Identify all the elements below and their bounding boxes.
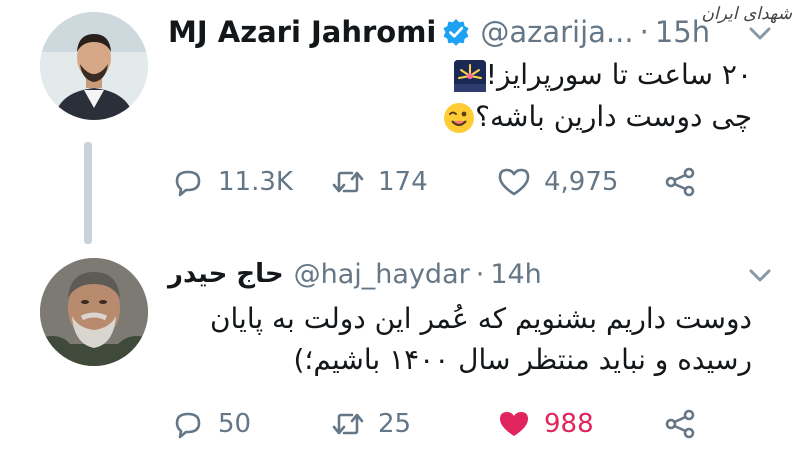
like-button[interactable]: 988 [496,404,594,444]
reply-button[interactable]: 11.3K [170,162,293,202]
share-button[interactable] [662,404,698,444]
verified-badge-icon [442,18,470,46]
heart-icon [500,412,528,436]
retweet-count: 174 [378,167,428,197]
reply-icon [175,412,201,439]
like-button[interactable]: 4,975 [496,162,618,202]
tweet-header: حاج حیدر @haj_haydar · 14h [168,256,542,292]
reply-icon [175,170,201,197]
avatar[interactable] [40,12,148,120]
tweet-line: دوست داریم بشنویم که عُمر این دولت به پا… [209,302,752,335]
reply-count: 11.3K [218,167,293,197]
retweet-icon [332,171,364,193]
tweet[interactable]: حاج حیدر @haj_haydar · 14h دوست داریم بش… [0,240,800,463]
chevron-down-icon[interactable] [746,24,774,44]
tweet[interactable]: MJ Azari Jahromi @azarija... · 15h ۲۰ سا… [0,0,800,244]
separator-dot: · [639,15,649,49]
tweet-line: چی دوست دارین باشه؟ [192,96,752,138]
like-count: 4,975 [544,167,619,197]
thread-line [84,142,92,244]
retweet-count: 25 [378,409,412,439]
chevron-down-icon[interactable] [746,266,774,286]
share-icon [665,167,695,197]
reply-button[interactable]: 50 [170,404,251,444]
retweet-icon [332,413,364,435]
retweet-button[interactable]: 25 [330,404,411,444]
fireworks-emoji [453,60,486,92]
like-count: 988 [544,409,594,439]
handle[interactable]: @haj_haydar [294,259,470,290]
retweet-button[interactable]: 174 [330,162,428,202]
display-name[interactable]: حاج حیدر [168,259,284,289]
tweet-text: ۲۰ ساعت تا سورپرایز! چی دوست دارین باشه؟ [192,54,752,138]
share-icon [665,409,695,439]
heart-icon [498,168,530,196]
tweet-text: دوست داریم بشنویم که عُمر این دولت به پا… [192,298,752,381]
tweet-header: MJ Azari Jahromi @azarija... · 15h [168,12,710,52]
tweet-line: رسیده و نباید منتظر سال ۱۴۰۰ باشیم؛) [293,343,753,377]
display-name[interactable]: MJ Azari Jahromi [168,15,436,49]
winking-face-emoji [443,102,475,134]
timestamp[interactable]: 14h [490,259,541,290]
handle[interactable]: @azarija... [480,15,633,49]
tweet-line: ۲۰ ساعت تا سورپرایز! [192,54,752,96]
reply-count: 50 [218,409,252,439]
share-button[interactable] [662,162,698,202]
separator-dot: · [475,258,485,290]
timestamp[interactable]: 15h [655,15,710,49]
avatar[interactable] [40,258,148,366]
